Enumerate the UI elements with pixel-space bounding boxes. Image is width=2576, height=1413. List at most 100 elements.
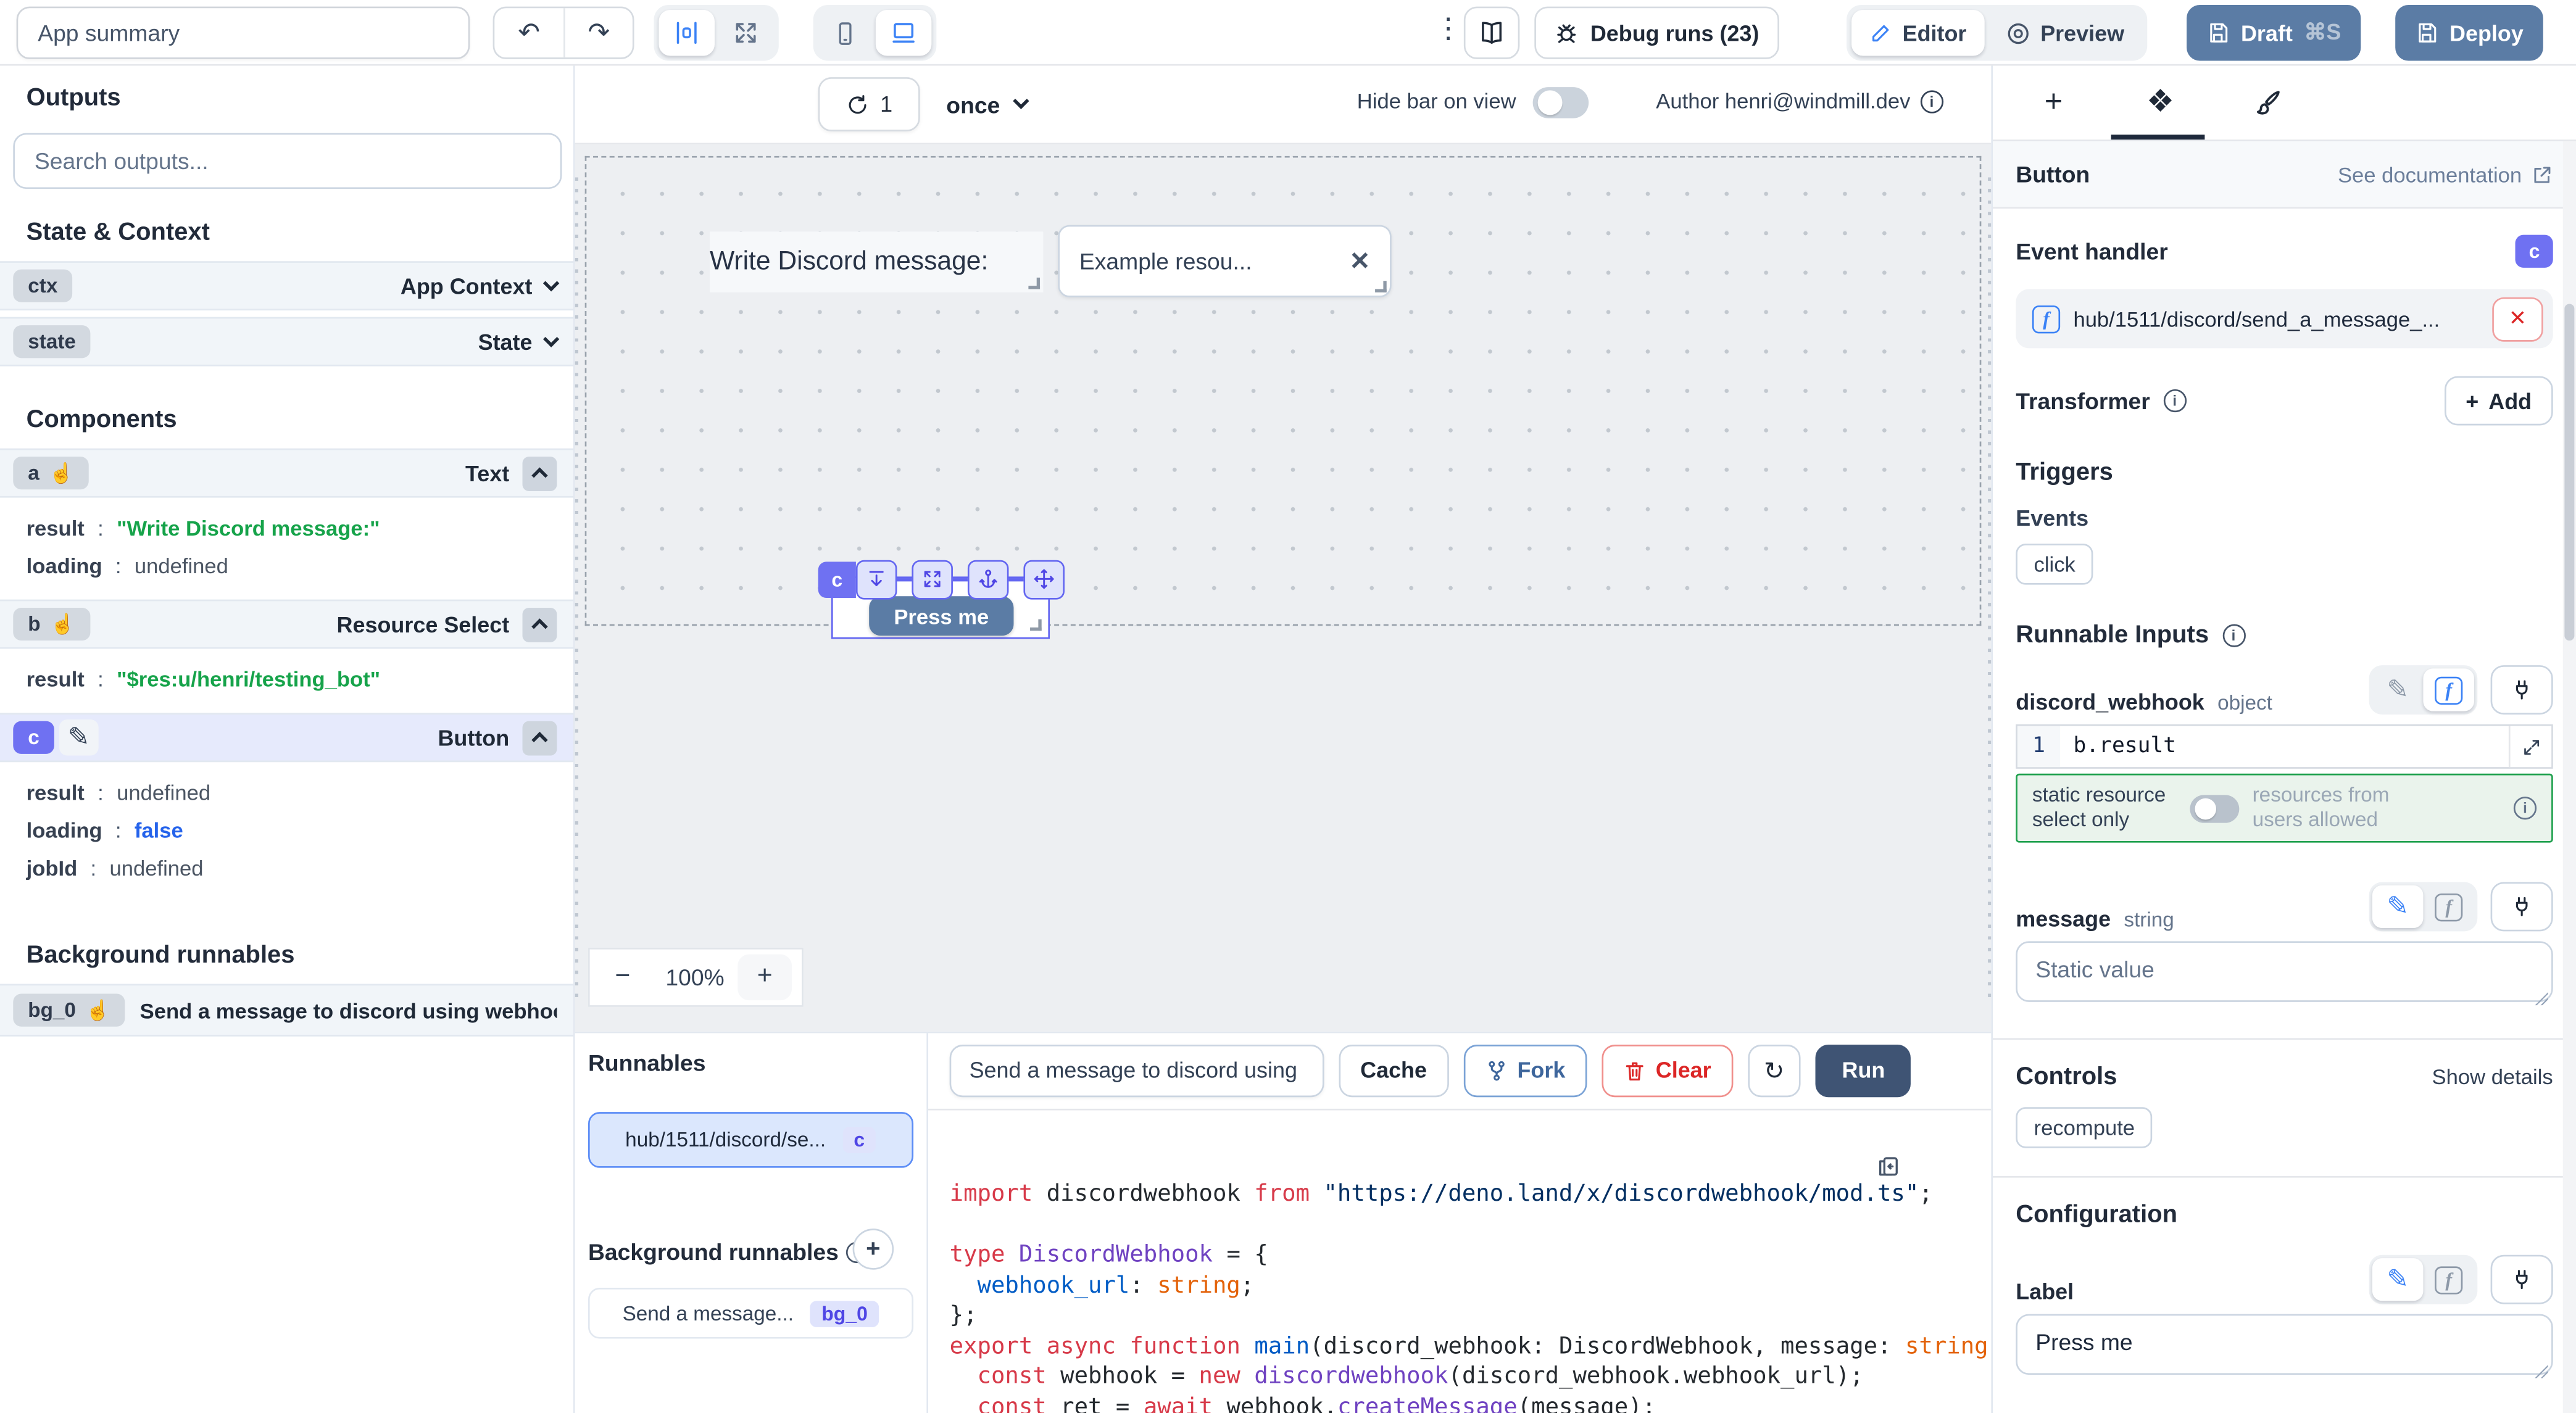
static-mode-button[interactable]: ✎ (2372, 668, 2424, 711)
connect-mode-button[interactable]: f (2423, 1258, 2474, 1301)
outputs-title: Outputs (27, 84, 573, 112)
runnable-item-selected[interactable]: hub/1511/discord/se... c (588, 1112, 913, 1168)
recompute-chip[interactable]: recompute (2016, 1107, 2153, 1148)
debug-runs-button[interactable]: Debug runs (23) (1534, 7, 1779, 59)
info-icon[interactable]: i (2514, 797, 2537, 819)
app-canvas[interactable]: Write Discord message: Example resou... … (575, 144, 1992, 1031)
expand-editor-button[interactable] (2509, 726, 2551, 768)
move-button[interactable] (1023, 559, 1065, 599)
hide-bar-toggle[interactable] (1533, 87, 1589, 118)
scrollbar-thumb[interactable] (2564, 304, 2574, 640)
tab-insert-component[interactable]: + (2034, 85, 2074, 121)
run-button[interactable]: Run (1816, 1044, 1911, 1096)
cache-button[interactable]: Cache (1339, 1044, 1448, 1096)
plug-button[interactable] (2491, 882, 2553, 931)
resize-handle[interactable] (1030, 619, 1042, 631)
input-discord-webhook-type: object (2217, 692, 2272, 715)
bg-runnable-item[interactable]: Send a message... bg_0 (588, 1288, 913, 1339)
component-row-b[interactable]: b☝ Resource Select (0, 600, 573, 649)
deploy-button[interactable]: Deploy (2395, 5, 2543, 61)
tab-editor[interactable]: Editor (1851, 10, 1985, 56)
remove-handler-button[interactable]: ✕ (2492, 296, 2543, 341)
redo-button[interactable]: ↷ (563, 7, 633, 59)
draft-button[interactable]: Draft ⌘S (2187, 5, 2361, 61)
resource-mode-toggle[interactable] (2190, 794, 2239, 822)
resize-handle[interactable] (1028, 278, 1040, 289)
reload-code-button[interactable]: ↻ (1747, 1044, 1801, 1096)
zoom-in-button[interactable]: + (737, 955, 792, 1001)
mobile-view-button[interactable] (818, 10, 873, 56)
app-summary-input[interactable] (17, 7, 470, 59)
resource-select-component[interactable]: Example resou... ✕ (1058, 225, 1391, 297)
info-icon[interactable]: i (2163, 389, 2186, 412)
component-row-a[interactable]: a☝ Text (0, 449, 573, 498)
save-icon (2206, 22, 2229, 44)
chevron-down-icon[interactable] (543, 331, 559, 347)
label-value-input[interactable]: Press me (2016, 1314, 2553, 1375)
info-icon[interactable]: i (1920, 89, 1943, 112)
plug-button[interactable] (2491, 1255, 2553, 1304)
tab-component-settings[interactable]: ❖ (2141, 84, 2180, 122)
anchor-button[interactable] (968, 559, 1009, 599)
resize-handle[interactable] (1375, 281, 1387, 292)
edit-id-button[interactable]: ✎ (59, 719, 99, 756)
show-details-link[interactable]: Show details (2432, 1064, 2553, 1089)
fork-button[interactable]: Fork (1463, 1044, 1587, 1096)
textarea-resize-handle[interactable] (2535, 1365, 2548, 1378)
canvas-grid[interactable]: Write Discord message: Example resou... … (585, 156, 1982, 626)
tab-preview[interactable]: Preview (1988, 10, 2142, 56)
expression-editor[interactable]: 1 b.result (2016, 724, 2553, 769)
tab-styling[interactable] (2248, 89, 2287, 117)
undo-button[interactable]: ↶ (494, 7, 563, 59)
chevron-down-icon[interactable] (543, 275, 559, 291)
copy-code-button[interactable] (1876, 1153, 1901, 1178)
schedule-dropdown[interactable]: once (933, 77, 1039, 131)
button-component[interactable]: Press me (869, 596, 1013, 636)
collapse-button[interactable] (523, 720, 557, 755)
add-transformer-button[interactable]: + Add (2445, 376, 2553, 426)
info-icon[interactable]: i (2222, 623, 2245, 646)
panel-resizer-left[interactable] (575, 177, 578, 998)
background-runnable-row[interactable]: bg_0☝ Send a message to discord using we… (0, 984, 573, 1037)
message-static-input[interactable] (2016, 941, 2553, 1001)
clear-selection-icon[interactable]: ✕ (1350, 246, 1370, 276)
component-row-c[interactable]: c ✎ Button (0, 713, 573, 762)
input-message-type: string (2124, 908, 2174, 931)
plug-button[interactable] (2491, 665, 2553, 715)
collapse-button[interactable] (523, 456, 557, 491)
search-outputs-input[interactable] (13, 133, 562, 189)
hand-pointer-icon: ☝ (51, 613, 75, 636)
add-bg-runnable-button[interactable]: + (853, 1229, 894, 1270)
connect-mode-button[interactable]: f (2423, 885, 2474, 928)
code-editor[interactable]: import discordwebhook from "https://deno… (928, 1109, 1991, 1413)
docs-button[interactable] (1464, 7, 1520, 59)
state-context-title: State & Context (27, 218, 573, 246)
input-mode-toggle: ✎ f (2369, 882, 2478, 931)
state-row[interactable]: state State (0, 317, 573, 367)
refresh-count-button[interactable]: 1 (818, 77, 920, 131)
see-documentation-label: See documentation (2338, 162, 2522, 186)
clear-button[interactable]: Clear (1602, 1044, 1732, 1096)
eye-icon (2006, 20, 2030, 45)
center-layout-button[interactable] (659, 10, 715, 56)
collapse-button[interactable] (523, 607, 557, 642)
more-menu-button[interactable]: ⋮ (1434, 13, 1462, 46)
see-documentation-link[interactable]: See documentation (2338, 162, 2553, 186)
event-click-chip[interactable]: click (2016, 544, 2093, 585)
textarea-resize-handle[interactable] (2535, 992, 2548, 1005)
static-mode-button[interactable]: ✎ (2372, 885, 2424, 928)
expand-component-button[interactable] (912, 559, 953, 599)
fullscreen-layout-button[interactable] (718, 10, 774, 56)
connect-mode-button[interactable]: f (2423, 668, 2474, 711)
ctx-row[interactable]: ctx App Context (0, 261, 573, 310)
dock-down-button[interactable] (856, 559, 897, 599)
prop-value: undefined (109, 856, 203, 881)
component-b-type: Resource Select (337, 612, 510, 637)
zoom-out-button[interactable]: − (590, 963, 655, 992)
runnable-name-input[interactable] (950, 1044, 1324, 1096)
event-handler-chip[interactable]: f hub/1511/discord/send_a_message_... ✕ (2016, 289, 2553, 349)
text-component[interactable]: Write Discord message: (710, 231, 1043, 292)
desktop-view-button[interactable] (876, 10, 932, 56)
pencil-icon: ✎ (68, 721, 90, 754)
static-mode-button[interactable]: ✎ (2372, 1258, 2424, 1301)
